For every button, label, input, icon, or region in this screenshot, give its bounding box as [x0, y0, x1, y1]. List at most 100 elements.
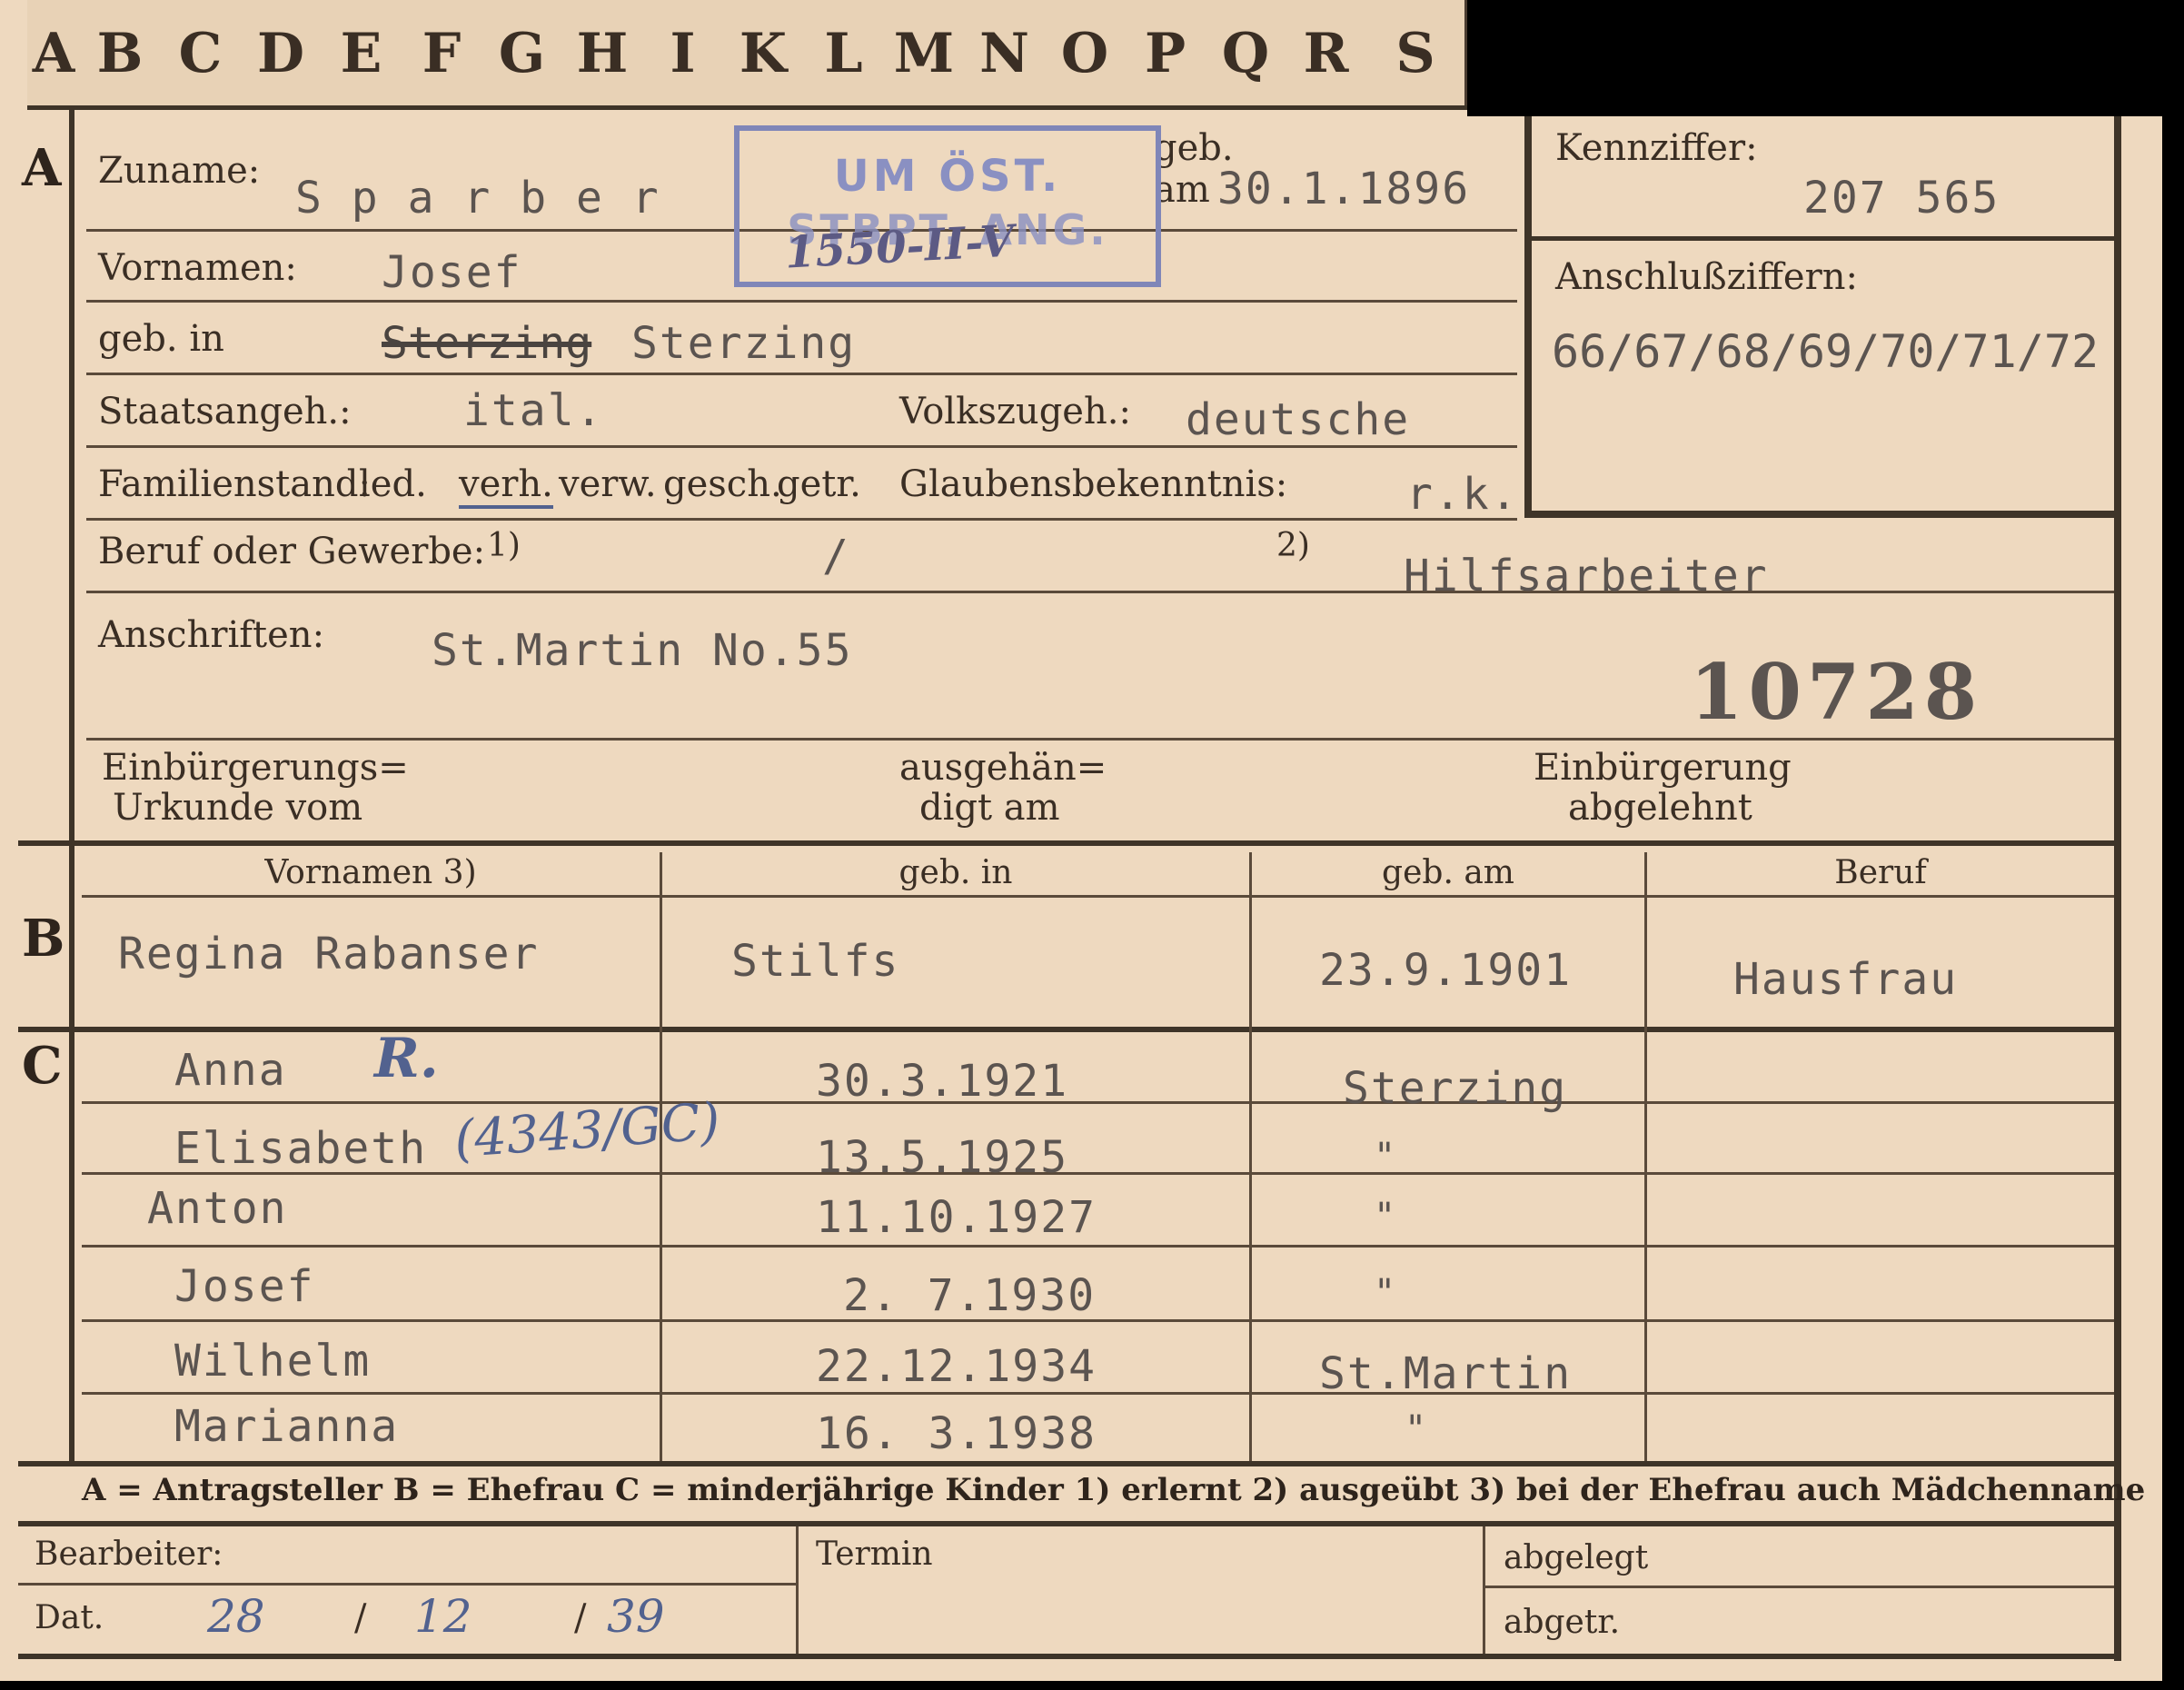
child-3-date: 11.10.1927 [816, 1192, 1097, 1243]
geb-in-underline [86, 373, 1517, 375]
tab-a[interactable]: A [27, 0, 83, 107]
stamp-line-1: UM ÖST. [833, 151, 1062, 202]
tab-k[interactable]: K [723, 0, 806, 107]
beruf-label: Beruf oder Gewerbe: [98, 531, 486, 572]
geb-in-value: Sterzing [631, 318, 857, 369]
ausgehaendigt-label-1: ausgehän= [899, 747, 1107, 789]
familienstand-label: Familienstand: [98, 463, 371, 505]
tab-r[interactable]: R [1286, 0, 1369, 107]
child-row-line-4 [82, 1319, 2114, 1322]
termin-label: Termin [816, 1536, 933, 1573]
child-6-place: " [1405, 1408, 1427, 1450]
familienstand-option-getr: getr. [777, 463, 861, 505]
kennziffer-box-bottom [1524, 511, 2119, 518]
einbuergerung-label-2: Urkunde vom [113, 787, 363, 829]
left-frame-line [69, 109, 74, 1463]
card-bottom-line [18, 1654, 2121, 1659]
familienstand-option-gesch: gesch. [663, 463, 782, 505]
dat-label: Dat. [35, 1599, 104, 1636]
child-4-name: Josef [174, 1261, 315, 1312]
tab-i[interactable]: I [642, 0, 726, 107]
tab-f[interactable]: F [402, 0, 484, 107]
section-b-bottom-line [18, 1027, 2117, 1032]
spouse-header-geb-am: geb. am [1382, 854, 1514, 891]
kennziffer-box-left [1524, 116, 1532, 516]
anschlussziffern-value: 66/67/68/69/70/71/72 [1552, 325, 2100, 378]
tab-o[interactable]: O [1045, 0, 1127, 107]
spouse-job: Hausfrau [1733, 954, 1959, 1005]
child-4-place: " [1374, 1272, 1396, 1314]
child-row-line-5 [82, 1392, 2114, 1395]
child-4-date: 2. 7.1930 [843, 1270, 1097, 1321]
beruf-underline [86, 591, 2114, 593]
anschrift-value: St.Martin No.55 [432, 625, 853, 676]
rubber-stamp: UM ÖST. STBPT. ANG. 1550-II-V [734, 125, 1161, 287]
child-row-line-3 [82, 1245, 2114, 1248]
abgelegt-label: abgelegt [1504, 1539, 1649, 1576]
familienstand-option-verw: verw. [559, 463, 657, 505]
beruf-footnote-1: 1) [487, 527, 521, 564]
tab-q[interactable]: Q [1206, 0, 1288, 107]
tab-e[interactable]: E [321, 0, 404, 107]
dat-day: 28 [207, 1590, 265, 1643]
right-frame-line [2114, 116, 2121, 1661]
kennziffer-value: 207 565 [1803, 173, 2000, 224]
tab-h[interactable]: H [562, 0, 645, 107]
child-1-date: 30.3.1921 [816, 1056, 1069, 1107]
child-2-place: " [1374, 1136, 1396, 1178]
tab-n[interactable]: N [964, 0, 1047, 107]
glauben-label: Glaubensbekenntnis: [899, 463, 1288, 505]
footer-divider-2 [1483, 1526, 1485, 1654]
abgelehnt-label-2: abgelehnt [1568, 787, 1752, 829]
bearbeiter-label: Bearbeiter: [35, 1536, 223, 1573]
section-a-bottom-line [18, 840, 2117, 846]
anschriften-label: Anschriften: [98, 614, 325, 656]
dat-month: 12 [414, 1590, 472, 1643]
vornamen-label: Vornamen: [98, 247, 297, 289]
tab-m[interactable]: M [884, 0, 967, 107]
dat-year: 39 [607, 1590, 665, 1643]
section-a-marker: A [22, 138, 62, 198]
anschriften-underline [86, 738, 2114, 741]
child-1-name: Anna [174, 1045, 287, 1096]
section-b-marker: B [22, 909, 65, 969]
child-5-date: 22.12.1934 [816, 1341, 1097, 1392]
stamp-handwritten-number: 1550-II-V [783, 215, 1016, 279]
abgetr-label: abgetr. [1504, 1604, 1621, 1641]
spouse-header-geb-in: geb. in [898, 854, 1013, 891]
spouse-header-vornamen: Vornamen 3) [264, 854, 477, 891]
section-c-bottom-line [18, 1461, 2117, 1466]
tab-s[interactable]: S [1366, 0, 1467, 107]
vornamen-underline [86, 300, 1517, 303]
zuname-value: S p a r b e r [295, 173, 660, 224]
tab-b[interactable]: B [80, 0, 163, 107]
black-background-corner [1467, 0, 2184, 116]
abgelegt-underline [1485, 1586, 2114, 1588]
tab-l[interactable]: L [803, 0, 887, 107]
section-c-marker: C [22, 1036, 63, 1096]
tab-p[interactable]: P [1125, 0, 1208, 107]
vornamen-value: Josef [382, 247, 522, 298]
beruf-ausgeuebt-value: Hilfsarbeiter [1404, 551, 1769, 601]
einbuergerung-label-1: Einbürgerungs= [102, 747, 409, 789]
footer-divider-1 [796, 1526, 799, 1654]
staatsangeh-value: ital. [463, 385, 604, 436]
familienstand-underline [86, 518, 1517, 521]
child-3-name: Anton [147, 1183, 288, 1234]
birth-date: 30.1.1896 [1217, 164, 1471, 214]
tab-c[interactable]: C [160, 0, 243, 107]
spouse-place: Stilfs [731, 936, 900, 987]
child-5-place: St.Martin [1319, 1348, 1573, 1399]
spouse-header-beruf: Beruf [1834, 854, 1927, 891]
column-divider-2 [1249, 852, 1252, 1461]
geb-in-label: geb. in [98, 318, 224, 360]
staatsangeh-label: Staatsangeh.: [98, 391, 352, 432]
spouse-header-underline [82, 895, 2114, 898]
spouse-name: Regina Rabanser [118, 929, 540, 979]
child-6-name: Marianna [174, 1401, 400, 1452]
tab-g[interactable]: G [481, 0, 565, 107]
kennziffer-divider [1532, 236, 2118, 241]
familienstand-option-verh: verh. [459, 463, 553, 509]
tab-d[interactable]: D [241, 0, 323, 107]
abgelehnt-label-1: Einbürgerung [1534, 747, 1792, 789]
